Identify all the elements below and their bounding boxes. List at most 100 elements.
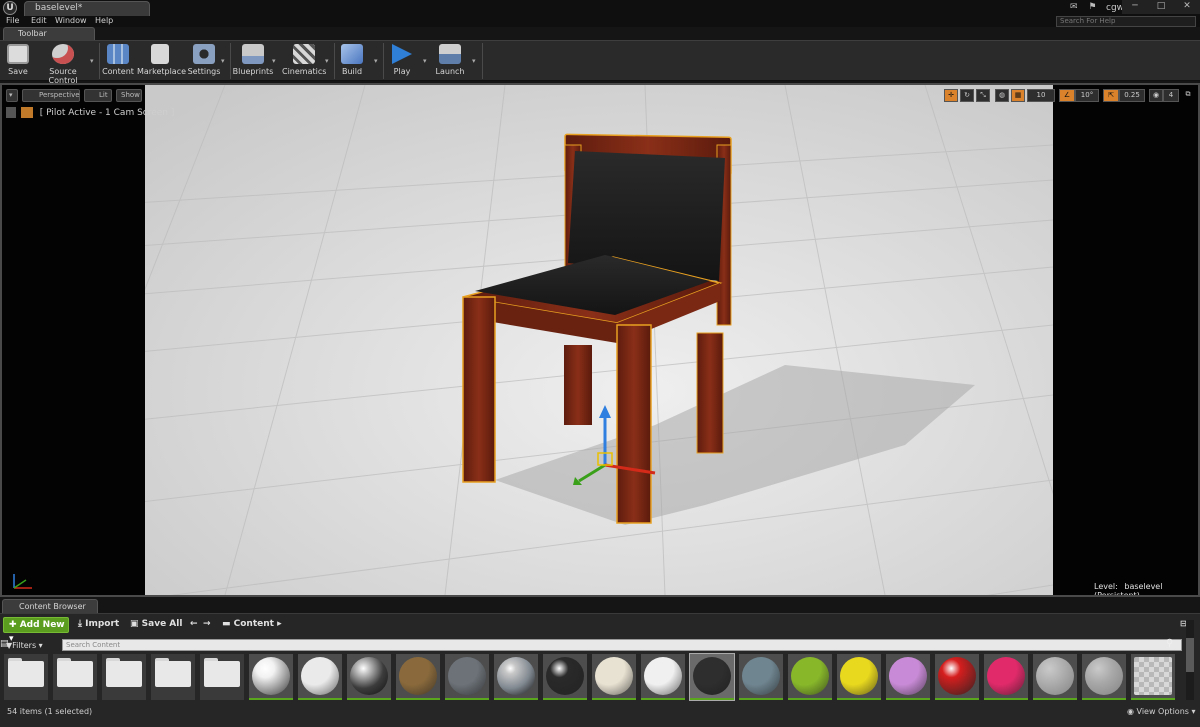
coordinate-space-icon[interactable]: ◍ xyxy=(995,89,1009,102)
toolbar-tab[interactable]: Toolbar xyxy=(3,27,95,40)
blueprints-icon xyxy=(242,44,264,64)
material-thumbnail[interactable] xyxy=(1033,654,1077,700)
viewport-scene[interactable] xyxy=(145,85,1053,595)
chevron-down-icon[interactable]: ▾ xyxy=(221,57,225,65)
rotation-snap-icon[interactable]: ∠ xyxy=(1059,89,1075,102)
material-thumbnail[interactable] xyxy=(984,654,1028,700)
material-thumbnail[interactable] xyxy=(543,654,587,700)
launch-button[interactable]: Launch xyxy=(432,42,468,81)
search-icon[interactable]: ⚲ xyxy=(1166,638,1173,649)
build-button[interactable]: Build xyxy=(336,42,368,81)
pilot-status: [ Pilot Active - 1 Cam Screen ] xyxy=(6,107,174,120)
material-sphere-icon xyxy=(742,657,780,695)
scale-mode-icon[interactable]: ⤡ xyxy=(976,89,990,102)
asset-scrollbar[interactable] xyxy=(1186,620,1194,700)
marketplace-button[interactable]: Marketplace xyxy=(137,42,186,81)
maximize-viewport-icon[interactable]: ⧉ xyxy=(1182,89,1194,102)
chevron-down-icon[interactable]: ▾ xyxy=(90,57,94,65)
add-new-button[interactable]: ✚ Add New ▾ xyxy=(3,617,69,644)
viewport-options-button[interactable]: ▾ xyxy=(6,89,18,102)
filters-button[interactable]: ▼Filters ▾ xyxy=(6,639,60,652)
camera-speed-value[interactable]: 4 xyxy=(1163,89,1179,102)
save-button[interactable]: Save xyxy=(3,42,33,81)
folder-thumbnail[interactable] xyxy=(53,654,97,700)
folder-icon xyxy=(106,661,142,687)
view-options-button[interactable]: ◉ View Options ▾ xyxy=(1127,707,1196,716)
content-browser-tab-label: Content Browser xyxy=(19,602,86,611)
material-thumbnail[interactable] xyxy=(837,654,881,700)
material-sphere-icon xyxy=(791,657,829,695)
grid-snap-value[interactable]: 10 xyxy=(1027,89,1055,102)
pilot-label: [ Pilot Active - 1 Cam Screen ] xyxy=(39,108,175,118)
toolbar-tab-label: Toolbar xyxy=(18,29,47,38)
menu-help[interactable]: Help xyxy=(95,16,113,25)
material-thumbnail[interactable] xyxy=(592,654,636,700)
rotate-mode-icon[interactable]: ↻ xyxy=(960,89,974,102)
path-breadcrumb[interactable]: ▬ Content ▸ xyxy=(222,619,282,629)
chevron-down-icon[interactable]: ▾ xyxy=(472,57,476,65)
content-browser-tab[interactable]: Content Browser xyxy=(2,599,98,613)
chevron-down-icon[interactable]: ▾ xyxy=(374,57,378,65)
help-search-input[interactable]: Search For Help xyxy=(1056,16,1196,27)
material-thumbnail[interactable] xyxy=(347,654,391,700)
material-thumbnail[interactable] xyxy=(445,654,489,700)
camera-speed-icon[interactable]: ◉ xyxy=(1149,89,1163,102)
minimize-button[interactable]: ─ xyxy=(1122,0,1148,14)
material-thumbnail[interactable] xyxy=(249,654,293,700)
material-thumbnail[interactable] xyxy=(1131,654,1175,700)
cinematics-button[interactable]: Cinematics xyxy=(282,42,326,81)
chevron-down-icon[interactable]: ▾ xyxy=(325,57,329,65)
show-button[interactable]: Show xyxy=(116,89,142,102)
maximize-button[interactable]: □ xyxy=(1148,0,1174,14)
folder-thumbnail[interactable] xyxy=(102,654,146,700)
back-button[interactable]: ← xyxy=(190,619,198,629)
material-thumbnail[interactable] xyxy=(641,654,685,700)
close-button[interactable]: ✕ xyxy=(1174,0,1200,14)
import-button[interactable]: ⤓ Import xyxy=(78,619,119,629)
content-button[interactable]: Content xyxy=(101,42,135,81)
folder-thumbnail[interactable] xyxy=(151,654,195,700)
notification-icon[interactable]: ⚑ xyxy=(1088,2,1096,12)
settings-button[interactable]: Settings xyxy=(186,42,222,81)
toolbar-divider xyxy=(230,43,231,79)
chevron-down-icon[interactable]: ▾ xyxy=(423,57,427,65)
menu-window[interactable]: Window xyxy=(55,16,87,25)
material-thumbnail[interactable] xyxy=(689,653,735,701)
material-thumbnail[interactable] xyxy=(1082,654,1126,700)
material-thumbnail[interactable] xyxy=(494,654,538,700)
material-thumbnail[interactable] xyxy=(396,654,440,700)
menu-edit[interactable]: Edit xyxy=(31,16,47,25)
eject-pilot-icon[interactable] xyxy=(6,107,16,118)
launch-icon xyxy=(439,44,461,64)
content-search-input[interactable]: Search Content xyxy=(62,639,1182,651)
rotation-snap-value[interactable]: 10° xyxy=(1075,89,1099,102)
material-thumbnail[interactable] xyxy=(739,654,783,700)
chevron-down-icon[interactable]: ▾ xyxy=(272,57,276,65)
blueprints-button[interactable]: Blueprints xyxy=(232,42,274,81)
scale-snap-icon[interactable]: ⇱ xyxy=(1103,89,1119,102)
material-thumbnail[interactable] xyxy=(886,654,930,700)
save-all-icon: ▣ xyxy=(130,619,142,629)
folder-thumbnail[interactable] xyxy=(4,654,48,700)
perspective-button[interactable]: Perspective xyxy=(22,89,80,102)
item-count: 54 items (1 selected) xyxy=(7,707,93,716)
forward-button[interactable]: → xyxy=(203,619,211,629)
view-mode-lit-button[interactable]: Lit xyxy=(84,89,112,102)
translate-mode-icon[interactable]: ✛ xyxy=(944,89,958,102)
source-control-icon xyxy=(52,44,74,64)
chat-icon[interactable]: ✉ xyxy=(1070,2,1078,12)
save-all-button[interactable]: ▣ Save All xyxy=(130,619,182,629)
source-control-button[interactable]: Source Control xyxy=(35,42,91,85)
material-thumbnail[interactable] xyxy=(935,654,979,700)
play-button[interactable]: Play xyxy=(386,42,418,81)
material-thumbnail[interactable] xyxy=(298,654,342,700)
menu-file[interactable]: File xyxy=(6,16,19,25)
level-viewport[interactable]: ▾ Perspective Lit Show ✛ ↻ ⤡ ◍ ▦ 10 ∠ 10… xyxy=(0,83,1200,597)
material-thumbnail[interactable] xyxy=(788,654,832,700)
scrollbar-thumb[interactable] xyxy=(1186,638,1194,672)
unreal-logo-icon[interactable]: U xyxy=(3,1,17,15)
scale-snap-value[interactable]: 0.25 xyxy=(1119,89,1145,102)
document-tab[interactable]: baselevel* xyxy=(24,1,150,16)
folder-thumbnail[interactable] xyxy=(200,654,244,700)
surface-snap-icon[interactable]: ▦ xyxy=(1011,89,1025,102)
